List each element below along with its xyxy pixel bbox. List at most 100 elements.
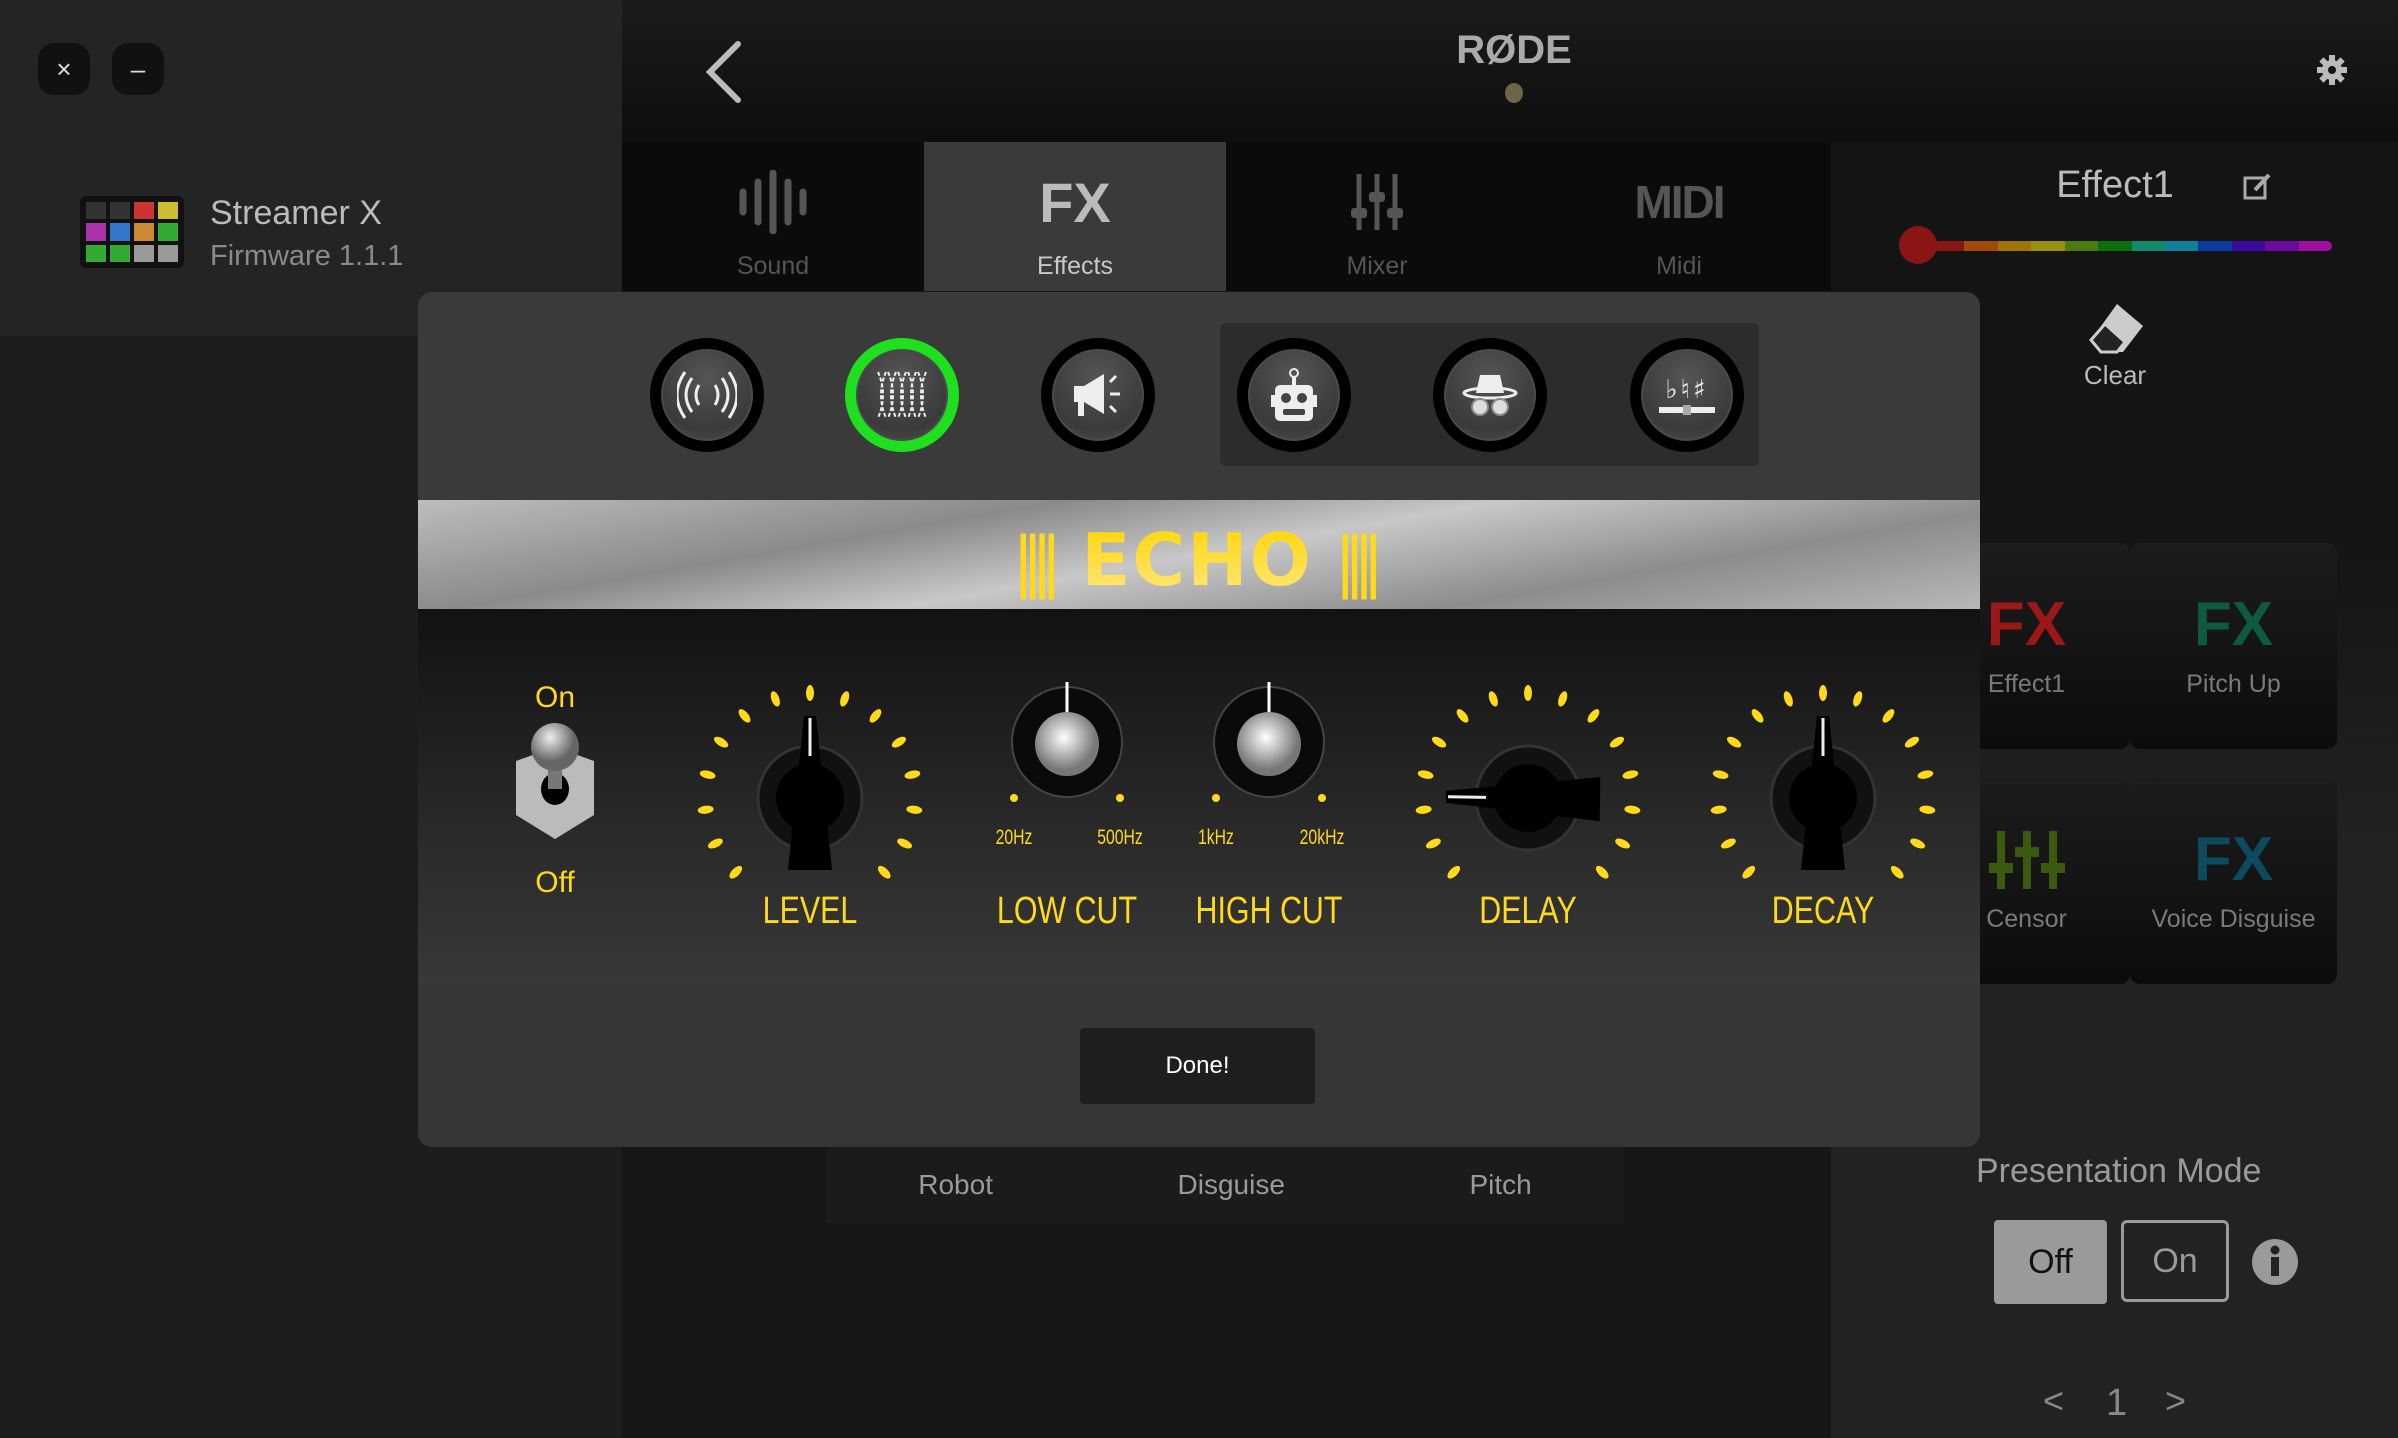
scale-dot <box>1524 685 1532 701</box>
fx-icon: FX <box>1039 170 1111 234</box>
eraser-icon[interactable] <box>2087 300 2147 360</box>
delay-knob[interactable] <box>1415 685 1641 881</box>
scale-dot <box>697 805 714 814</box>
scale-dot <box>1116 794 1124 802</box>
level-label: LEVEL <box>762 890 858 932</box>
scale-dot <box>1425 838 1441 849</box>
back-button[interactable] <box>702 40 746 104</box>
tile-label: Pitch Up <box>2186 669 2281 698</box>
low-cut-label: LOW CUT <box>996 890 1138 932</box>
scale-dot <box>699 770 716 779</box>
gear-icon[interactable] <box>2316 54 2348 86</box>
scale-dot <box>1447 865 1461 879</box>
device-thumbnail[interactable] <box>80 196 184 268</box>
color-swatch[interactable] <box>2198 241 2232 251</box>
color-swatch[interactable] <box>2298 241 2332 251</box>
scale-dot <box>1904 736 1920 748</box>
color-swatch[interactable] <box>2098 241 2132 251</box>
effect-title: |||| ECHO |||| <box>1017 518 1379 602</box>
done-button[interactable]: Done! <box>1080 1028 1315 1104</box>
color-swatch[interactable] <box>1964 241 1998 251</box>
fx-tile-voice-disguise[interactable]: FX Voice Disguise <box>2130 778 2337 984</box>
scale-dot <box>1853 691 1863 707</box>
color-swatch[interactable] <box>2131 241 2165 251</box>
megaphone-button[interactable] <box>1041 338 1155 452</box>
scale-dot <box>806 685 814 701</box>
decay-knob[interactable] <box>1710 685 1936 881</box>
color-swatch[interactable] <box>2031 241 2065 251</box>
sliders-icon <box>1350 162 1404 242</box>
high-cut-min-label: 1kHz <box>1198 826 1234 849</box>
knob-cap <box>1237 712 1301 776</box>
close-button[interactable]: × <box>38 43 90 95</box>
info-icon[interactable] <box>2251 1238 2299 1286</box>
waveform-icon <box>738 162 808 242</box>
device-name[interactable]: Streamer X <box>210 194 382 233</box>
tab-robot[interactable]: Robot <box>918 1169 993 1201</box>
color-swatch[interactable] <box>2064 241 2099 251</box>
tab-pitch[interactable]: Pitch <box>1469 1169 1531 1201</box>
tab-disguise[interactable]: Disguise <box>1178 1169 1285 1201</box>
tab-mixer[interactable]: Mixer <box>1226 142 1528 291</box>
tab-effects[interactable]: FX Effects <box>924 142 1226 291</box>
scale-dot <box>904 770 921 779</box>
megaphone-icon <box>1074 374 1120 416</box>
color-swatch[interactable] <box>2164 241 2199 251</box>
knob-pointer <box>1789 716 1857 870</box>
tile-label: Voice Disguise <box>2151 904 2316 933</box>
high-cut-max-label: 20kHz <box>1299 826 1345 849</box>
disguise-button[interactable] <box>1433 338 1547 452</box>
scale-dot <box>1615 838 1631 849</box>
tab-midi[interactable]: MIDI Midi <box>1528 142 1830 291</box>
page-prev-button[interactable]: < <box>2043 1380 2064 1422</box>
edit-icon[interactable] <box>2243 172 2273 202</box>
tile-label: Censor <box>1986 904 2067 933</box>
color-slider-thumb[interactable] <box>1899 226 1937 264</box>
scale-dot <box>1624 805 1641 814</box>
tab-label: Mixer <box>1346 252 1408 280</box>
page-number: 1 <box>2106 1382 2128 1424</box>
high-cut-knob[interactable] <box>1212 682 1326 802</box>
delay-label: DELAY <box>1479 890 1577 932</box>
pitch-button[interactable]: ♭♮♯ <box>1630 338 1744 452</box>
slider-glyph <box>1659 405 1715 415</box>
tile-label: Effect1 <box>1987 669 2066 698</box>
clear-button[interactable]: Clear <box>2084 360 2146 391</box>
scale-dot <box>1710 805 1727 814</box>
color-swatch[interactable] <box>2265 241 2299 251</box>
scale-dot <box>1890 865 1904 879</box>
scale-dot <box>906 805 923 814</box>
color-swatch[interactable] <box>1997 241 2032 251</box>
echo-controls: On Off LEVEL 20Hz 500Hz LOW CUT 1kHz 20kHz HIG… <box>418 609 1980 987</box>
sliders-icon <box>1988 830 2065 889</box>
color-swatch[interactable] <box>2231 241 2266 251</box>
presentation-off-button[interactable]: Off <box>1994 1220 2107 1304</box>
scale-dot <box>1742 865 1756 879</box>
scale-dot <box>1720 838 1736 849</box>
fx-tile-pitch-up[interactable]: FX Pitch Up <box>2130 543 2337 749</box>
scale-dot <box>1622 770 1639 779</box>
high-cut-label: HIGH CUT <box>1195 890 1343 932</box>
tab-label: Sound <box>736 252 810 280</box>
scale-dot <box>1417 770 1434 779</box>
scale-dot <box>891 736 907 748</box>
scale-dot <box>1318 794 1326 802</box>
minimize-button[interactable]: – <box>112 43 164 95</box>
effect-title[interactable]: Effect1 <box>2056 164 2174 207</box>
status-indicator <box>1505 83 1523 103</box>
low-cut-knob[interactable] <box>1010 682 1124 802</box>
page-next-button[interactable]: > <box>2165 1380 2186 1422</box>
disguise-icon <box>1462 375 1518 416</box>
effect-title-band: |||| ECHO |||| <box>418 500 1980 609</box>
level-knob[interactable] <box>697 685 923 881</box>
reverb-button[interactable] <box>650 338 764 452</box>
scale-dot <box>1488 691 1498 707</box>
presentation-on-button[interactable]: On <box>2121 1220 2229 1302</box>
tab-sound[interactable]: Sound <box>622 142 924 291</box>
echo-button[interactable] <box>845 338 959 452</box>
scale-dot <box>1415 805 1432 814</box>
scale-dot <box>1431 736 1447 748</box>
robot-icon <box>1271 368 1317 421</box>
robot-button[interactable] <box>1237 338 1351 452</box>
color-slider[interactable] <box>1931 241 2332 251</box>
